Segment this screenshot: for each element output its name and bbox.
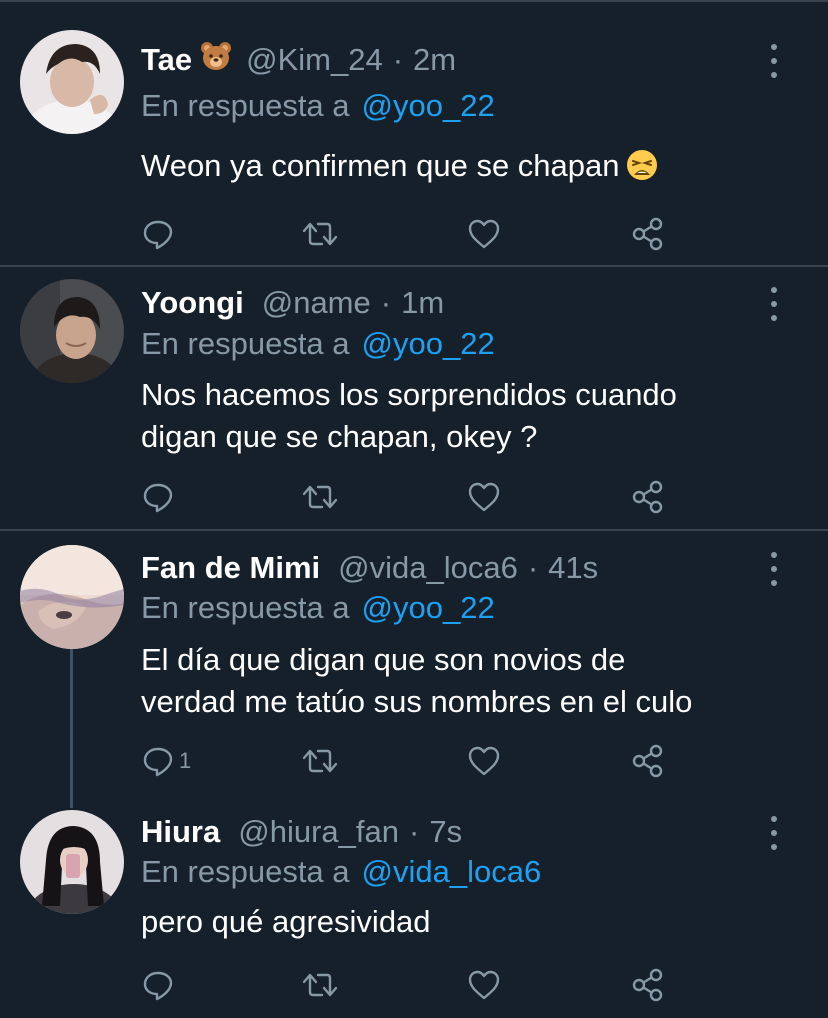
more-options-icon[interactable] — [762, 816, 786, 850]
reply-button[interactable] — [141, 477, 179, 517]
reply-icon — [143, 971, 173, 1001]
tweet-1[interactable]: Tae @Kim_24 · 2m En respuesta a @yoo_22 … — [0, 0, 828, 266]
bear-face-emoji — [200, 41, 232, 79]
reply-label: En respuesta a — [141, 590, 350, 625]
mention-link[interactable]: @yoo_22 — [362, 326, 495, 362]
tweet-text: El día que digan que son novios de verda… — [141, 639, 801, 723]
reply-icon — [143, 747, 173, 777]
avatar-fan-de-mimi[interactable] — [20, 545, 124, 649]
mention-link[interactable]: @yoo_22 — [362, 88, 495, 124]
avatar-tae[interactable] — [20, 30, 124, 134]
tweet-2[interactable]: Yoongi @name · 1m En respuesta a @yoo_22… — [0, 267, 828, 530]
reply-button[interactable] — [141, 965, 179, 1005]
action-bar: 1 — [141, 741, 681, 781]
reply-button[interactable] — [141, 214, 179, 254]
like-button[interactable] — [467, 214, 501, 254]
timestamp[interactable]: 1m — [401, 285, 444, 321]
mention-link[interactable]: @vida_loca6 — [362, 854, 542, 890]
tweet-text: pero qué agresividad — [141, 901, 801, 943]
retweet-icon — [302, 485, 338, 509]
share-button[interactable] — [631, 741, 665, 781]
share-button[interactable] — [631, 477, 665, 517]
heart-icon — [468, 219, 500, 249]
tweet-text-line: El día que digan que son novios de — [141, 642, 626, 677]
retweet-button[interactable] — [301, 741, 339, 781]
retweet-icon — [302, 749, 338, 773]
retweet-button[interactable] — [301, 214, 339, 254]
timestamp[interactable]: 41s — [548, 550, 598, 586]
action-bar — [141, 477, 681, 517]
tweet-text-line: pero qué agresividad — [141, 904, 431, 939]
weary-face-emoji — [626, 149, 658, 192]
tweet-text: Weon ya confirmen que se chapan — [141, 145, 801, 192]
reply-label: En respuesta a — [141, 326, 350, 361]
reply-label: En respuesta a — [141, 88, 350, 123]
retweet-icon — [302, 973, 338, 997]
share-icon — [632, 480, 663, 514]
reply-context: En respuesta a @yoo_22 — [141, 588, 495, 628]
reply-context: En respuesta a @vida_loca6 — [141, 852, 541, 892]
like-button[interactable] — [467, 741, 501, 781]
display-name[interactable]: Yoongi — [141, 285, 244, 321]
retweet-button[interactable] — [301, 965, 339, 1005]
tweet-3[interactable]: Fan de Mimi @vida_loca6 · 41s En respues… — [0, 531, 828, 801]
reply-count: 1 — [179, 748, 192, 773]
share-button[interactable] — [631, 214, 665, 254]
timestamp[interactable]: 2m — [413, 42, 456, 78]
reply-context: En respuesta a @yoo_22 — [141, 86, 495, 126]
mention-link[interactable]: @yoo_22 — [362, 590, 495, 626]
retweet-icon — [302, 222, 338, 246]
reply-button[interactable]: 1 — [141, 741, 191, 781]
share-icon — [632, 217, 663, 251]
action-bar — [141, 214, 681, 254]
display-name[interactable]: Hiura — [141, 814, 220, 850]
more-options-icon[interactable] — [762, 44, 786, 78]
more-options-icon[interactable] — [762, 287, 786, 321]
tweet-text-line: Nos hacemos los sorprendidos cuando — [141, 377, 677, 412]
share-icon — [632, 744, 663, 778]
more-options-icon[interactable] — [762, 552, 786, 586]
reply-label: En respuesta a — [141, 854, 350, 889]
heart-icon — [468, 970, 500, 1000]
user-handle[interactable]: @name — [262, 285, 371, 321]
separator-dot: · — [392, 42, 404, 77]
user-handle[interactable]: @vida_loca6 — [338, 550, 518, 586]
timestamp[interactable]: 7s — [429, 814, 462, 850]
reply-context: En respuesta a @yoo_22 — [141, 324, 495, 364]
share-icon — [632, 968, 663, 1002]
action-bar — [141, 965, 681, 1005]
avatar-yoongi[interactable] — [20, 279, 124, 383]
tweet-header: Yoongi @name · 1m — [141, 283, 444, 323]
reply-icon — [143, 220, 173, 250]
separator-dot: · — [380, 285, 392, 320]
reply-icon — [143, 483, 173, 513]
avatar-hiura[interactable] — [20, 810, 124, 914]
tweet-text: Nos hacemos los sorprendidos cuando diga… — [141, 374, 801, 458]
tweet-text-line: verdad me tatúo sus nombres en el culo — [141, 684, 693, 719]
retweet-button[interactable] — [301, 477, 339, 517]
display-name[interactable]: Fan de Mimi — [141, 550, 320, 586]
tweet-header: Hiura @hiura_fan · 7s — [141, 812, 462, 852]
like-button[interactable] — [467, 965, 501, 1005]
separator-dot: · — [409, 814, 420, 849]
heart-icon — [468, 482, 500, 512]
tweet-header: Fan de Mimi @vida_loca6 · 41s — [141, 548, 598, 588]
display-name[interactable]: Tae — [141, 42, 192, 78]
tweet-text-line: digan que se chapan, okey ? — [141, 419, 538, 454]
tweet-text-line: Weon ya confirmen que se chapan — [141, 148, 620, 183]
tweet-4[interactable]: Hiura @hiura_fan · 7s En respuesta a @vi… — [0, 801, 828, 1018]
heart-icon — [468, 746, 500, 776]
separator-dot: · — [527, 550, 539, 585]
share-button[interactable] — [631, 965, 665, 1005]
tweet-header: Tae @Kim_24 · 2m — [141, 40, 456, 80]
user-handle[interactable]: @hiura_fan — [238, 814, 399, 850]
user-handle[interactable]: @Kim_24 — [246, 42, 383, 78]
like-button[interactable] — [467, 477, 501, 517]
